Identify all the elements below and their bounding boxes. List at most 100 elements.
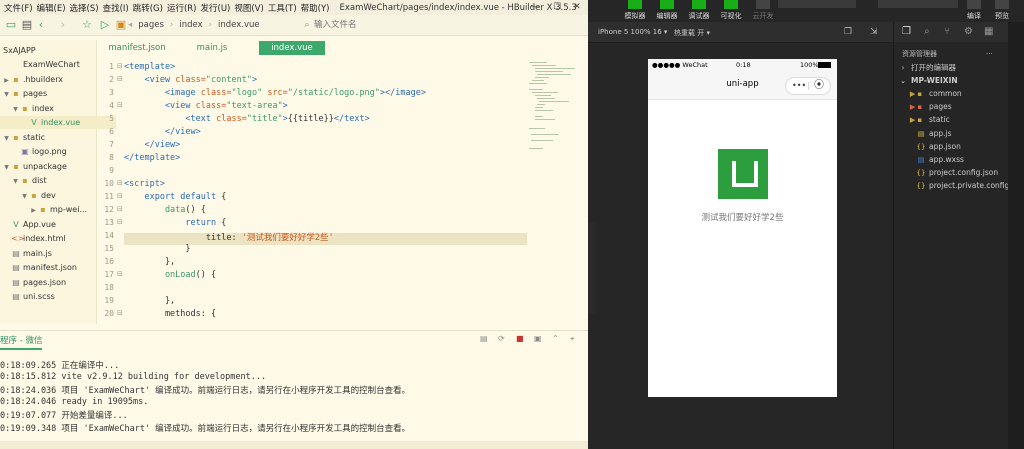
source-control-icon[interactable]: ⑂ [944,26,950,37]
fold-icon[interactable]: ⊟ [117,270,123,278]
debug-icon[interactable]: ⚙ [964,26,973,37]
tree-item[interactable]: ▼ ▪ dist [0,174,107,187]
preview-button[interactable]: 预览 [988,0,1016,21]
tree-item[interactable]: ▤ main.js [0,247,98,260]
console-title[interactable]: 程序 - 微信 [0,334,43,350]
more-icon[interactable]: ••• [792,78,806,94]
code-line[interactable]: </template> [124,153,180,163]
tree-item[interactable]: ▣ logo.png [0,145,107,158]
open-editors-section[interactable]: › 打开的编辑器 [898,62,956,74]
tree-item[interactable]: <>index.html [0,232,98,245]
tree-item[interactable]: V App.vue [0,218,98,231]
phone-screen[interactable]: ●●●●● WeChat 0:18 100% uni-app ••• ⦿ 测试我… [648,59,837,397]
close-circle-icon[interactable]: ⦿ [814,78,824,94]
minimap[interactable] [527,58,585,178]
tree-item[interactable]: ▤ manifest.json [0,261,98,274]
file-search-input[interactable] [300,18,464,31]
code-line[interactable]: title: '测试我们要好好学2些' [124,231,334,243]
tree-item[interactable]: ▤ uni.scss [0,290,98,303]
breadcrumb-item-index[interactable]: index [179,20,202,30]
code-line[interactable]: <template> [124,62,175,72]
device-select[interactable]: iPhone 5 100% 16 ▾ [598,28,667,36]
code-line[interactable]: <script> [124,179,165,189]
code-line[interactable]: } [124,244,190,254]
minimize-icon[interactable]: — [524,0,546,15]
search-icon[interactable]: ⌕ [924,26,930,37]
code-line[interactable]: methods: { [124,309,216,319]
code-line[interactable]: onLoad() { [124,270,216,280]
devtools-tool-button[interactable]: 云开发 [746,0,780,21]
tab-manifest-json[interactable]: manifest.json [107,41,167,55]
console-collapse-icon[interactable]: ⌃ [552,334,559,343]
code-line[interactable]: <image class="logo" src="/static/logo.pn… [124,88,426,98]
explorer-more-icon[interactable]: ··· [986,48,993,60]
breadcrumb-item-pages[interactable]: pages [138,20,164,30]
menu-item[interactable]: 文件(F) [4,4,33,14]
menu-item[interactable]: 选择(S) [70,4,99,14]
run-icon[interactable]: ▷ [98,18,112,32]
fold-icon[interactable]: ⊟ [117,218,123,226]
menu-item[interactable]: 发行(U) [201,4,231,14]
tree-item[interactable]: ▤ pages.json [0,276,98,289]
back-arrow-icon[interactable]: ‹ [34,18,48,32]
forward-arrow-icon[interactable]: › [56,18,70,32]
explorer-item[interactable]: ▶ ▪ common [906,88,962,100]
tab-index-vue[interactable]: index.vue [259,41,325,55]
fold-icon[interactable]: ⊟ [117,101,123,109]
menu-item[interactable]: 帮助(Y) [301,4,330,14]
tree-item[interactable]: ▶ ▪ .hbuilderx [0,73,98,86]
mode-dropdown[interactable] [778,0,856,8]
explorer-item[interactable]: {} project.private.config.j... [916,180,1021,192]
fold-icon[interactable]: ⊟ [117,75,123,83]
console-pin-icon[interactable]: ⌖ [570,334,575,344]
devtools-tool-button[interactable]: 可视化 [714,0,748,21]
save-icon[interactable]: ▤ [20,18,34,32]
devtools-tool-button[interactable]: 调试器 [682,0,716,21]
explorer-item[interactable]: {} project.config.json [916,167,999,179]
code-line[interactable]: <view class="content"> [124,75,257,85]
console-open-icon[interactable]: ▣ [534,334,542,343]
menu-item[interactable]: 跳转(G) [133,4,163,14]
project-section[interactable]: ⌄ MP-WEIXIN [898,75,958,87]
tree-item[interactable]: ExamWeChart [0,58,98,71]
devtools-tool-button[interactable]: 模拟器 [618,0,652,21]
console-clear-icon[interactable]: ▤ [480,334,488,343]
fold-icon[interactable]: ⊟ [117,179,123,187]
breadcrumb-item-file[interactable]: index.vue [218,20,260,30]
explorer-item[interactable]: ▶ ▪ pages [906,101,952,113]
preview-icon[interactable]: ▣ [114,18,128,32]
code-line[interactable]: </view> [124,127,201,137]
explorer-item[interactable]: {} app.json [916,141,961,153]
code-line[interactable]: data() { [124,205,206,215]
compile-mode-dropdown[interactable] [878,0,958,8]
extensions-icon[interactable]: ▦ [984,26,993,37]
star-icon[interactable]: ☆ [80,18,94,32]
menu-item[interactable]: 工具(T) [268,4,297,14]
capsule-menu[interactable]: ••• ⦿ [785,77,831,95]
maximize-icon[interactable]: ☐ [546,0,568,15]
files-icon[interactable]: ❐ [902,26,911,37]
project-label[interactable]: SxAJAPP [3,44,99,57]
fold-icon[interactable]: ⊟ [117,192,123,200]
code-line[interactable]: }, [124,257,175,267]
fold-icon[interactable]: ⊟ [117,309,123,317]
tree-item[interactable]: ▼ ▪ static [0,131,98,144]
tree-item[interactable]: ▼ ▪ index [0,102,107,115]
code-editor[interactable]: 1 ⊟ <template> 2 ⊟ <view class="content"> 3 <… [97,58,527,324]
menu-item[interactable]: 查找(I) [103,4,129,14]
explorer-item[interactable]: ▤ app.wxss [916,154,964,166]
detach-icon[interactable]: ⇲ [870,27,878,37]
explorer-item[interactable]: ▤ app.js [916,128,952,140]
code-line[interactable]: }, [124,296,175,306]
copy-icon[interactable]: ❐ [844,27,852,37]
code-line[interactable]: <text class="title">{{title}}</text> [124,114,369,124]
code-line[interactable]: export default { [124,192,226,202]
console-restart-icon[interactable]: ⟳ [498,334,505,343]
new-file-icon[interactable]: ▭ [4,18,18,32]
fold-icon[interactable]: ⊟ [117,62,123,70]
devtools-tool-button[interactable]: 编辑器 [650,0,684,21]
tree-item[interactable]: ▼ ▪ pages [0,87,98,100]
menu-item[interactable]: 视图(V) [234,4,263,14]
code-line[interactable]: <view class="text-area"> [124,101,288,111]
code-line[interactable]: </view> [124,140,180,150]
